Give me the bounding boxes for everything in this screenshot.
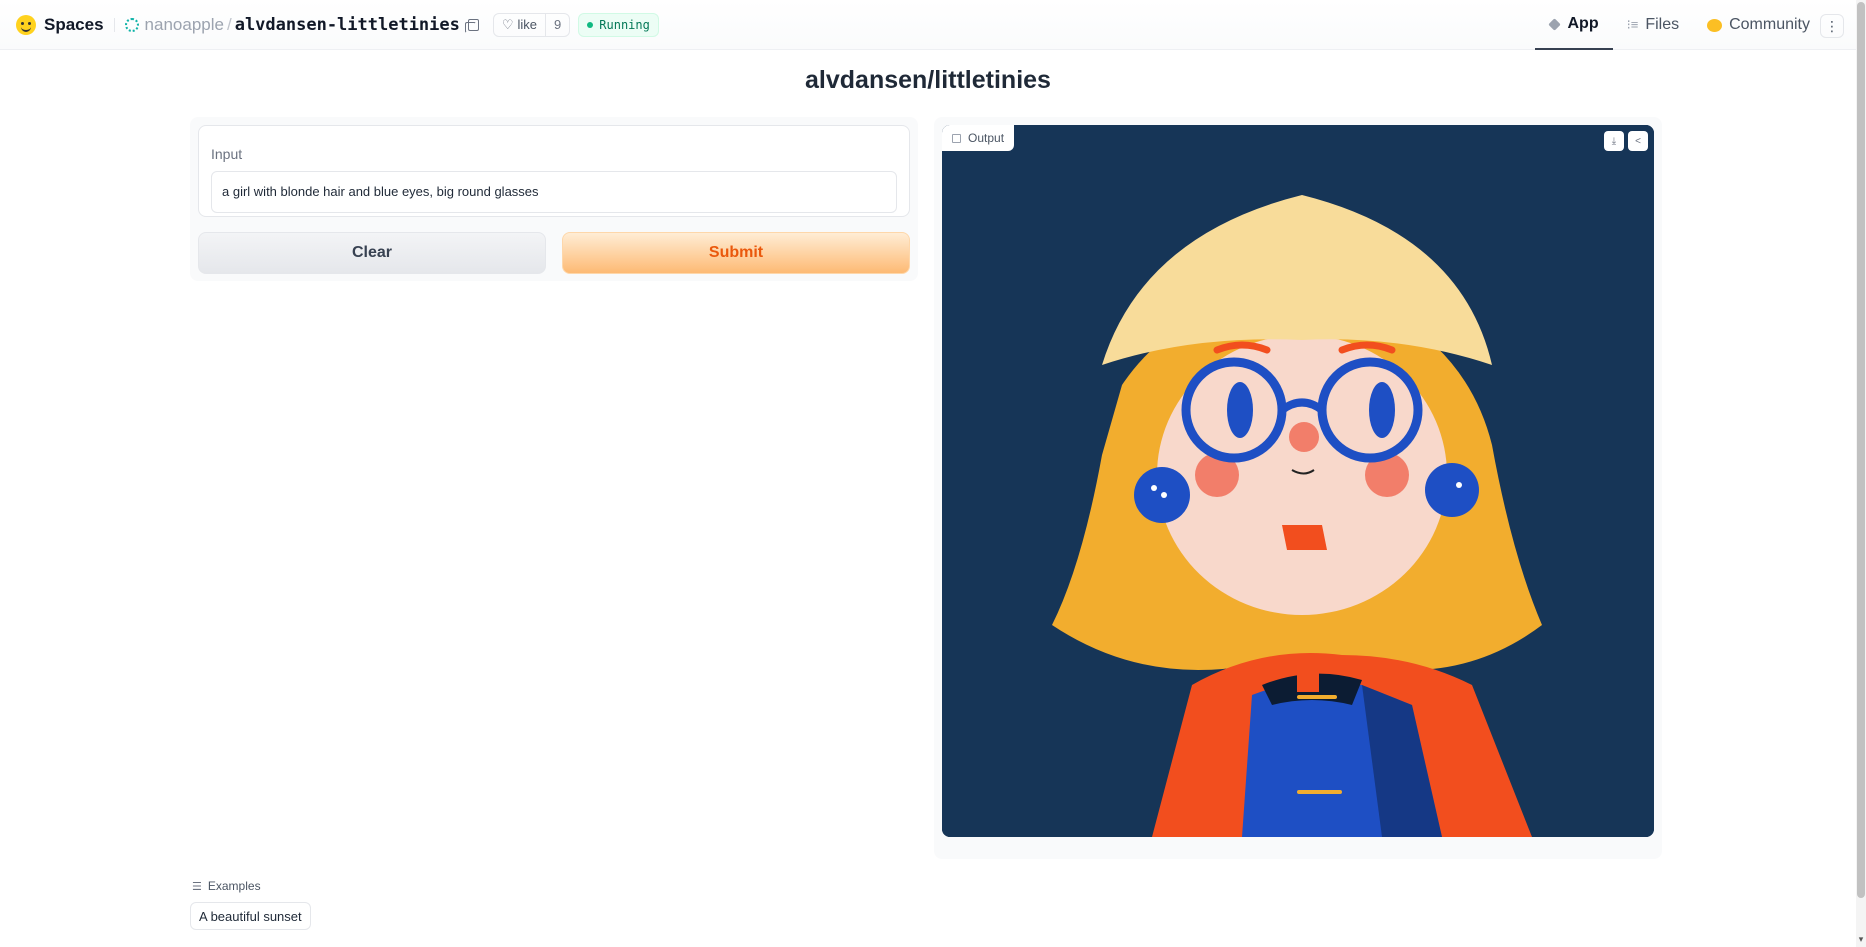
community-icon [1707, 18, 1723, 32]
prompt-input[interactable]: a girl with blonde hair and blue eyes, b… [211, 171, 897, 213]
files-icon: ⁝≡ [1626, 17, 1639, 32]
org-avatar-icon [124, 17, 139, 32]
scroll-thumb[interactable] [1857, 2, 1865, 898]
examples-header: ☰ Examples [192, 879, 261, 893]
heart-icon: ♡ [501, 16, 514, 32]
header-divider [113, 17, 115, 32]
tab-community-label: Community [1729, 16, 1810, 33]
more-vertical-icon: ⋮ [1825, 17, 1839, 34]
submit-button[interactable]: Submit [562, 232, 910, 274]
tab-files[interactable]: ⁝≡ Files [1613, 0, 1694, 50]
like-button[interactable]: ♡ like 9 [492, 12, 571, 37]
clear-button[interactable]: Clear [198, 232, 546, 274]
status-text: Running [599, 17, 650, 32]
status-dot-icon [587, 21, 594, 28]
share-button[interactable]: < [1628, 131, 1648, 151]
copy-icon[interactable] [464, 18, 479, 33]
page-title: alvdansen/littletinies [805, 66, 1051, 94]
repo-name-link[interactable]: alvdansen-littletinies [235, 15, 460, 35]
download-button[interactable]: ⤓ [1604, 131, 1624, 151]
tab-community[interactable]: Community [1693, 0, 1824, 50]
examples-label: Examples [207, 879, 261, 893]
input-panel: Input a girl with blonde hair and blue e… [190, 117, 918, 281]
page-scrollbar[interactable]: ▾ [1856, 0, 1866, 947]
like-label: like [517, 17, 538, 32]
prompt-block: Input a girl with blonde hair and blue e… [198, 125, 910, 217]
share-icon: < [1635, 135, 1641, 147]
org-name-link[interactable]: nanoapple [145, 15, 224, 35]
tab-app-label: App [1567, 15, 1599, 32]
output-label: Output [968, 131, 1005, 145]
output-panel: Output ⤓ < [934, 117, 1662, 859]
scroll-down-icon[interactable]: ▾ [1857, 934, 1865, 945]
status-badge: Running [578, 12, 659, 37]
hugging-face-icon [16, 14, 36, 35]
more-options-button[interactable]: ⋮ [1820, 14, 1844, 38]
generated-portrait [942, 125, 1654, 837]
output-image: Output ⤓ < [942, 125, 1654, 837]
path-separator: / [226, 14, 232, 34]
tab-app[interactable]: App [1535, 0, 1613, 50]
like-count[interactable]: 9 [545, 13, 569, 36]
space-nav: App ⁝≡ Files Community [1535, 0, 1824, 50]
example-item[interactable]: A beautiful sunset [190, 902, 311, 930]
download-icon: ⤓ [1611, 135, 1617, 147]
spaces-label: Spaces [44, 14, 104, 34]
output-label-tag: Output [942, 125, 1015, 151]
spaces-logo-link[interactable]: Spaces [16, 14, 104, 35]
tab-files-label: Files [1645, 16, 1680, 33]
like-toggle[interactable]: ♡ like [494, 14, 545, 36]
list-icon: ☰ [192, 880, 202, 893]
cube-icon [1548, 17, 1562, 31]
image-icon [952, 133, 961, 143]
input-label: Input [211, 146, 243, 162]
